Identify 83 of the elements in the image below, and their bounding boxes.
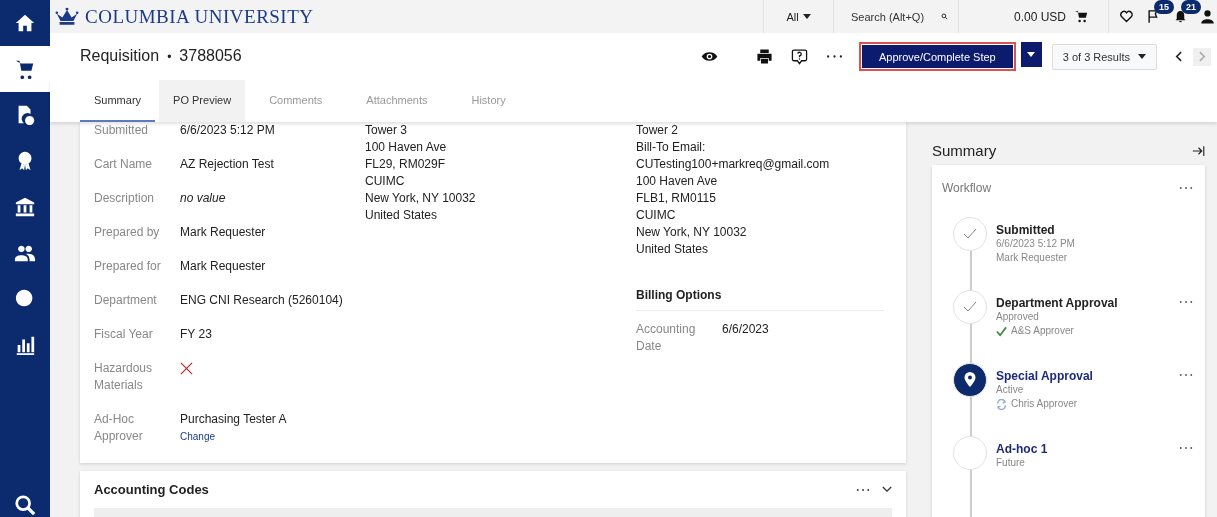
field-label: Hazardous Materials bbox=[94, 360, 154, 394]
address-line: CUIMC bbox=[365, 173, 406, 190]
section-heading: Billing Options bbox=[636, 287, 884, 311]
cart-icon[interactable] bbox=[1074, 9, 1090, 24]
panel-title: Summary bbox=[932, 142, 997, 159]
search-icon bbox=[14, 494, 36, 516]
title-separator: • bbox=[167, 48, 172, 66]
home-icon bbox=[14, 12, 36, 34]
tab[interactable]: PO Preview bbox=[159, 80, 246, 122]
field-label: Prepared by bbox=[94, 224, 161, 241]
change-link[interactable]: Change bbox=[180, 428, 216, 445]
address-line: FL29, RM029F bbox=[365, 156, 447, 173]
address-line: 100 Haven Ave bbox=[365, 139, 448, 156]
step-title: Ad-hoc 1 bbox=[996, 442, 1049, 456]
field-value: Mark Requester bbox=[180, 258, 266, 275]
address-line: New York, NY 10032 bbox=[365, 190, 477, 207]
help-icon[interactable] bbox=[790, 48, 808, 65]
bank-icon bbox=[14, 196, 36, 218]
step-detail: Future bbox=[996, 456, 1026, 470]
print-icon[interactable] bbox=[755, 48, 773, 65]
notification-count-badge: 21 bbox=[1181, 0, 1201, 14]
bar-chart-icon bbox=[14, 334, 36, 356]
field-value: 6/6/2023 5:12 PM bbox=[180, 122, 275, 139]
approver-name: A&S Approver bbox=[1011, 324, 1074, 338]
field-label: Description bbox=[94, 190, 156, 207]
chevron-left-icon bbox=[1174, 51, 1182, 62]
workflow-title: Workflow bbox=[942, 181, 992, 195]
flag-count-badge: 15 bbox=[1154, 0, 1174, 14]
more-icon[interactable] bbox=[825, 54, 843, 59]
requisition-number: 3788056 bbox=[179, 46, 242, 66]
address-line: United States bbox=[636, 241, 710, 258]
field-label: Department bbox=[94, 292, 158, 309]
field-label: Prepared for bbox=[94, 258, 162, 275]
bell-icon[interactable] bbox=[1173, 9, 1188, 24]
field-value: 6/6/2023 bbox=[722, 321, 769, 338]
field-value: AZ Rejection Test bbox=[180, 156, 274, 173]
step-title: Submitted bbox=[996, 223, 1056, 237]
field-value: Purchasing Tester A bbox=[180, 411, 287, 428]
field-value: no value bbox=[180, 190, 226, 207]
field-label: Ad-Hoc Approver bbox=[94, 411, 144, 445]
address-line: CUTesting100+markreq@gmail.com bbox=[636, 156, 831, 173]
address-line: United States bbox=[365, 207, 439, 224]
heart-icon[interactable] bbox=[1119, 9, 1134, 24]
cart-total: 0.00 USD bbox=[1014, 9, 1067, 24]
address-line: FLB1, RM0115 bbox=[636, 190, 717, 207]
field-value: FY 23 bbox=[180, 326, 212, 343]
field-value: ENG CNI Research (5260104) bbox=[180, 292, 343, 309]
caret-icon bbox=[1138, 54, 1146, 59]
approve-button[interactable]: Approve/Complete Step bbox=[858, 42, 1016, 71]
approver-name: Chris Approver bbox=[1011, 397, 1078, 411]
step-detail: Active bbox=[996, 383, 1025, 397]
results-dropdown[interactable]: 3 of 3 Results bbox=[1051, 43, 1157, 70]
address-line: New York, NY 10032 bbox=[636, 224, 748, 241]
field-value: Mark Requester bbox=[180, 224, 266, 241]
cart-icon bbox=[14, 58, 36, 80]
sidebar-item[interactable] bbox=[0, 46, 50, 92]
user-icon[interactable] bbox=[1200, 9, 1215, 24]
chevron-right-icon bbox=[1198, 51, 1206, 62]
field-label: Fiscal Year bbox=[94, 326, 154, 343]
field-label: Accounting Date bbox=[636, 321, 697, 355]
collapse-panel-icon[interactable] bbox=[1192, 144, 1205, 157]
address-line: CUIMC bbox=[636, 207, 677, 224]
crown-icon bbox=[55, 7, 79, 26]
search-field[interactable]: Search (Alt+Q) bbox=[851, 10, 941, 23]
caret-icon bbox=[1027, 52, 1036, 57]
address-line: Bill-To Email: bbox=[636, 139, 707, 156]
more-icon[interactable] bbox=[856, 487, 870, 492]
step-detail: Approved bbox=[996, 310, 1040, 324]
step-detail: 6/6/2023 5:12 PM bbox=[996, 237, 1076, 251]
section-heading: Accounting Codes bbox=[94, 482, 209, 497]
address-line: 100 Haven Ave bbox=[636, 173, 719, 190]
university-logo-text: COLUMBIA UNIVERSITY bbox=[85, 5, 314, 28]
chevron-down-icon[interactable] bbox=[882, 486, 892, 493]
caret-icon bbox=[802, 14, 811, 19]
address-line: Tower 3 bbox=[365, 122, 409, 139]
page-title: Requisition bbox=[80, 46, 160, 66]
step-title: Special Approval bbox=[996, 369, 1094, 383]
address-line: Tower 2 bbox=[636, 122, 680, 139]
field-label: Cart Name bbox=[94, 156, 153, 173]
step-detail: Mark Requester bbox=[996, 251, 1069, 265]
field-label: Submitted bbox=[94, 122, 150, 139]
actions-dropdown-button[interactable] bbox=[1020, 42, 1042, 67]
step-title: Department Approval bbox=[996, 296, 1119, 310]
